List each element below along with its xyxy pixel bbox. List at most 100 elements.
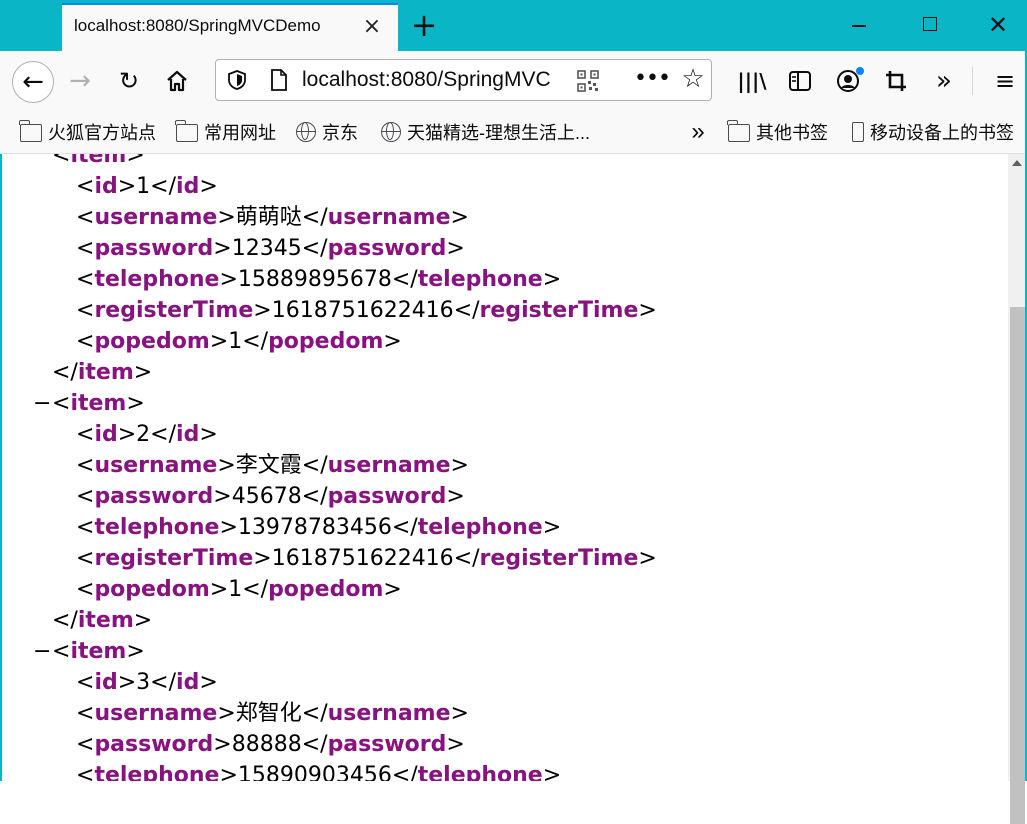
xml-item-open-line: − <item>: [33, 636, 145, 667]
bookmark-tmall[interactable]: 天猫精选-理想生活上...: [381, 119, 590, 145]
xml-tag-name: password: [94, 732, 214, 757]
bookmark-folder-firefox[interactable]: 火狐官方站点: [19, 119, 156, 145]
xml-field-username: <username>萌萌哒</username>: [76, 205, 469, 230]
sidebar-toggle-icon: [789, 71, 811, 91]
xml-field-username: <username>李文霞</username>: [76, 453, 469, 478]
xml-tag-name: item: [70, 639, 127, 664]
xml-tag-name: id: [176, 174, 200, 199]
xml-field-registertime: <registerTime>1618751622416</registerTim…: [76, 298, 657, 323]
xml-tag-name: telephone: [417, 515, 543, 540]
maximize-window-button[interactable]: [906, 8, 952, 42]
xml-tag-name: item: [77, 608, 134, 633]
folder-icon: [19, 120, 42, 142]
xml-tag-name: telephone: [94, 763, 220, 781]
screenshot-icon[interactable]: [878, 63, 914, 99]
active-tab[interactable]: localhost:8080/SpringMVCDemo ×: [62, 3, 398, 51]
toolbar-separator: [972, 67, 973, 95]
reload-button[interactable]: ↻: [111, 63, 147, 99]
xml-value: 2: [136, 422, 151, 447]
bookmarks-toolbar: 火狐官方站点 常用网址 京东 天猫精选-理想生活上... » 其他书签 移动设备…: [0, 110, 1027, 154]
xml-tag-name: password: [327, 732, 447, 757]
bookmark-folder-common[interactable]: 常用网址: [175, 119, 276, 145]
xml-tag-name: id: [94, 422, 118, 447]
xml-field-username: <username>郑智化</username>: [76, 701, 469, 726]
xml-value: 12345: [231, 236, 302, 261]
xml-tag-name: username: [94, 701, 218, 726]
xml-field-telephone: <telephone>15890903456</telephone>: [76, 760, 561, 781]
close-window-button[interactable]: ✕: [975, 8, 1021, 42]
globe-icon: [381, 122, 401, 142]
xml-field-popedom: <popedom>1</popedom>: [76, 329, 402, 354]
forward-button[interactable]: →: [62, 63, 98, 99]
hamburger-menu-icon[interactable]: ≡: [987, 63, 1023, 99]
xml-item-open-line: − <item>: [33, 388, 145, 419]
page-actions-icon[interactable]: •••: [634, 64, 671, 94]
page-info-icon[interactable]: [270, 69, 288, 91]
xml-tag-name: item: [77, 360, 134, 385]
xml-tag-name: registerTime: [479, 546, 639, 571]
new-tab-button[interactable]: +: [409, 8, 439, 42]
xml-value: 1: [228, 577, 243, 602]
xml-tag-name: telephone: [94, 267, 220, 292]
tracking-protection-shield-icon[interactable]: [226, 69, 248, 91]
back-button[interactable]: ←: [12, 61, 54, 103]
window-border-left: [0, 154, 2, 781]
xml-value: 13978783456: [237, 515, 392, 540]
xml-field-password: <password>88888</password>: [76, 732, 465, 757]
bookmark-folder-other[interactable]: 其他书签: [727, 119, 828, 145]
xml-field-telephone: <telephone>15889895678</telephone>: [76, 267, 562, 292]
xml-value: 15890903456: [237, 763, 392, 781]
xml-tag-name: password: [327, 236, 447, 261]
crop-icon: [886, 71, 906, 91]
bookmark-jd[interactable]: 京东: [296, 119, 358, 145]
xml-field-password: <password>12345</password>: [76, 236, 465, 261]
sidebar-icon[interactable]: [782, 63, 818, 99]
xml-tag-name: registerTime: [94, 298, 254, 323]
xml-tag-name: id: [94, 670, 118, 695]
folder-icon: [175, 120, 198, 142]
bookmark-label: 天猫精选-理想生活上...: [407, 123, 590, 143]
qr-code-icon[interactable]: [577, 70, 599, 92]
xml-value: 李文霞: [235, 453, 302, 478]
xml-value: 1618751622416: [271, 298, 454, 323]
xml-tag-name: telephone: [417, 763, 543, 781]
bookmark-star-icon[interactable]: ☆: [678, 64, 708, 94]
xml-value: 45678: [231, 484, 302, 509]
home-button[interactable]: [159, 63, 195, 99]
xml-tag-name: id: [176, 670, 200, 695]
bookmark-label: 常用网址: [204, 123, 276, 143]
xml-value: 1618751622416: [271, 546, 454, 571]
xml-value: 萌萌哒: [235, 205, 302, 230]
xml-tag-name: item: [70, 391, 127, 416]
minimize-window-button[interactable]: [836, 8, 882, 42]
url-bar[interactable]: localhost:8080/SpringMVC ••• ☆: [215, 59, 712, 101]
collapse-toggle[interactable]: −: [33, 388, 51, 419]
xml-tag-name: username: [327, 453, 451, 478]
collapse-toggle[interactable]: −: [33, 636, 51, 667]
bookmark-folder-mobile[interactable]: 移动设备上的书签: [852, 119, 1014, 145]
xml-value: 郑智化: [235, 701, 302, 726]
xml-field-id: <id>1</id>: [76, 174, 218, 199]
xml-tag-name: username: [94, 453, 218, 478]
xml-field-registertime: <registerTime>1618751622416</registerTim…: [76, 546, 657, 571]
xml-field-password: <password>45678</password>: [76, 484, 465, 509]
overflow-menu-icon[interactable]: »: [926, 63, 962, 99]
scroll-up-arrow-icon[interactable]: [1012, 160, 1022, 166]
tab-title-fade: [318, 11, 362, 41]
xml-tag-name: password: [94, 236, 214, 261]
close-tab-icon[interactable]: ×: [360, 15, 384, 39]
xml-tag-name: telephone: [94, 515, 220, 540]
xml-field-telephone: <telephone>13978783456</telephone>: [76, 515, 562, 540]
xml-tag-name: password: [94, 484, 214, 509]
home-icon: [167, 70, 187, 92]
mobile-device-icon: [852, 122, 864, 142]
xml-tag-name: telephone: [417, 267, 543, 292]
xml-value: 88888: [231, 732, 302, 757]
url-text[interactable]: localhost:8080/SpringMVC: [302, 68, 574, 92]
bookmarks-overflow-icon[interactable]: »: [685, 119, 711, 145]
xml-item-close-line: </item>: [52, 360, 153, 385]
xml-tag-name: registerTime: [479, 298, 639, 323]
navigation-toolbar: ← → ↻ localhost:8080/SpringMVC ••• ☆ |||…: [0, 51, 1027, 110]
scrollbar-thumb[interactable]: [1010, 307, 1025, 824]
library-icon[interactable]: |||\: [734, 63, 770, 99]
